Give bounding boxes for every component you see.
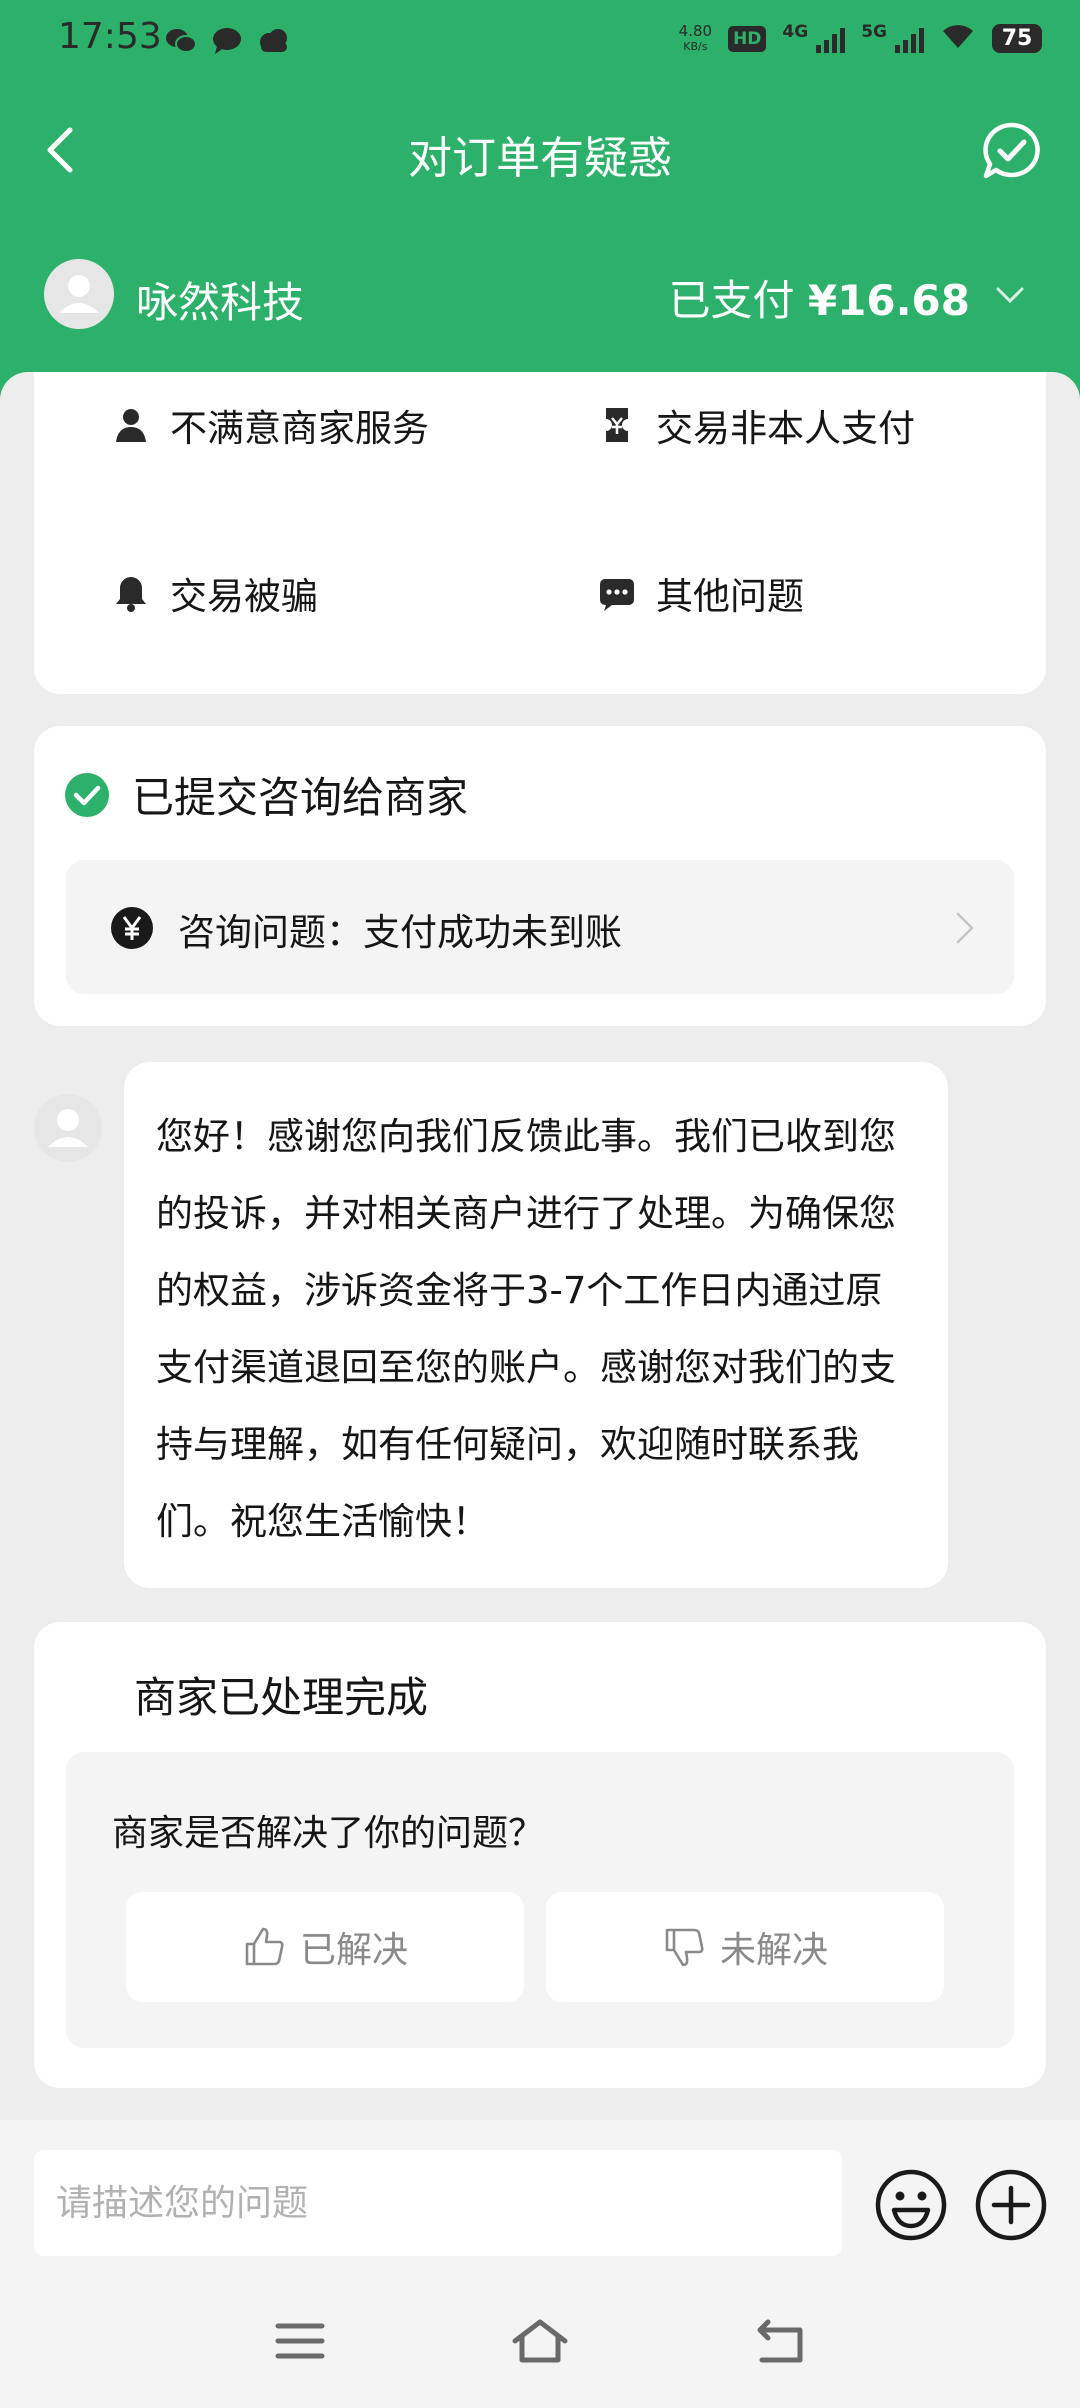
- issue-option-label: 交易被骗: [170, 575, 318, 618]
- message-icon: [211, 26, 243, 56]
- issue-option[interactable]: 不满意商家服务: [110, 398, 429, 452]
- issue-option-label: 其他问题: [656, 575, 804, 618]
- back-nav-icon[interactable]: [750, 2314, 810, 2368]
- submitted-title: 已提交咨询给商家: [132, 773, 469, 822]
- content-area: 不满意商家服务 交易非本人支付 交易被骗 其他问题 已提交咨询给商家 咨询问题：…: [0, 372, 1080, 2117]
- net-speed-unit: KB/s: [683, 39, 708, 53]
- menu-icon[interactable]: [270, 2314, 330, 2368]
- yen-icon: [111, 907, 153, 949]
- message-bubble: 您好！感谢您向我们反馈此事。我们已收到您的投诉，并对相关商户进行了处理。为确保您…: [124, 1062, 948, 1588]
- wifi-icon: [940, 22, 976, 55]
- chevron-down-icon[interactable]: [992, 277, 1028, 313]
- issue-option-label: 不满意商家服务: [170, 407, 429, 450]
- hd-badge: HD: [728, 25, 767, 52]
- chat-dots-icon: [600, 579, 634, 611]
- battery-icon: 75: [992, 24, 1042, 53]
- thumbs-up-icon: [245, 1927, 284, 1966]
- question-input[interactable]: [34, 2150, 842, 2256]
- resolution-question: 商家是否解决了你的问题？: [112, 1813, 545, 1854]
- resolution-feedback: 商家是否解决了你的问题？ 已解决 未解决: [66, 1752, 1014, 2048]
- net-speed-value: 4.80: [678, 21, 713, 40]
- message-text: 您好！感谢您向我们反馈此事。我们已收到您的投诉，并对相关商户进行了处理。为确保您…: [156, 1115, 896, 1543]
- sim1-network-label: 4G: [782, 22, 809, 42]
- person-icon: [116, 409, 146, 442]
- issue-options-card: 不满意商家服务 交易非本人支付 交易被骗 其他问题: [34, 372, 1046, 694]
- clock: 17:53: [58, 16, 162, 57]
- plus-icon[interactable]: [974, 2168, 1048, 2242]
- unresolved-label: 未解决: [719, 1930, 828, 1971]
- consult-question-label: 咨询问题：支付成功未到账: [178, 911, 622, 954]
- system-nav-bar: [0, 2270, 1080, 2408]
- network-speed: 4.80 KB/s: [678, 21, 713, 54]
- chevron-right-icon: [956, 912, 974, 944]
- sim2-network-label: 5G: [861, 22, 887, 42]
- issue-option[interactable]: 交易非本人支付: [596, 398, 915, 452]
- notification-icons: [165, 26, 289, 56]
- resolved-button[interactable]: 已解决: [126, 1892, 524, 2002]
- payment-status: 已支付 ¥16.68: [669, 267, 970, 328]
- home-icon[interactable]: [510, 2314, 570, 2368]
- wechat-icon: [165, 26, 197, 56]
- app-header: 对订单有疑惑: [0, 100, 1080, 200]
- bell-icon: [116, 577, 146, 612]
- issue-option[interactable]: 交易被骗: [110, 566, 318, 620]
- page-title: 对订单有疑惑: [408, 133, 672, 184]
- status-right: 4.80 KB/s HD 4G 5G 75: [679, 22, 1042, 55]
- merchant-avatar: [44, 259, 114, 329]
- unresolved-button[interactable]: 未解决: [546, 1892, 944, 2002]
- ticket-icon: [606, 408, 628, 442]
- agent-avatar: [34, 1094, 102, 1162]
- cloud-icon: [257, 26, 289, 56]
- input-bar: [0, 2120, 1080, 2270]
- emoji-icon[interactable]: [874, 2168, 948, 2242]
- resolved-label: 已解决: [299, 1930, 408, 1971]
- merchant-name: 咏然科技: [136, 278, 305, 327]
- merchant-row[interactable]: 咏然科技 已支付 ¥16.68: [0, 255, 1080, 335]
- check-circle-icon: [65, 772, 109, 817]
- submitted-status: 已提交咨询给商家: [64, 764, 468, 825]
- submitted-card: 已提交咨询给商家 咨询问题：支付成功未到账: [34, 726, 1046, 1026]
- resolution-title: 商家已处理完成: [134, 1673, 429, 1722]
- issue-option-label: 交易非本人支付: [656, 407, 915, 450]
- status-bar: 17:53 4.80 KB/s HD 4G 5G 75: [0, 0, 1080, 84]
- thumbs-down-icon: [665, 1928, 704, 1967]
- consult-question-row[interactable]: 咨询问题：支付成功未到账: [66, 860, 1014, 994]
- chat-check-icon[interactable]: [980, 120, 1042, 182]
- paid-label: 已支付: [668, 276, 795, 325]
- resolution-card: 商家已处理完成 商家是否解决了你的问题？ 已解决 未解决: [34, 1622, 1046, 2088]
- paid-amount: ¥16.68: [807, 276, 970, 325]
- signal-icon: [816, 25, 846, 53]
- issue-option[interactable]: 其他问题: [596, 566, 804, 620]
- signal-icon: [895, 25, 924, 53]
